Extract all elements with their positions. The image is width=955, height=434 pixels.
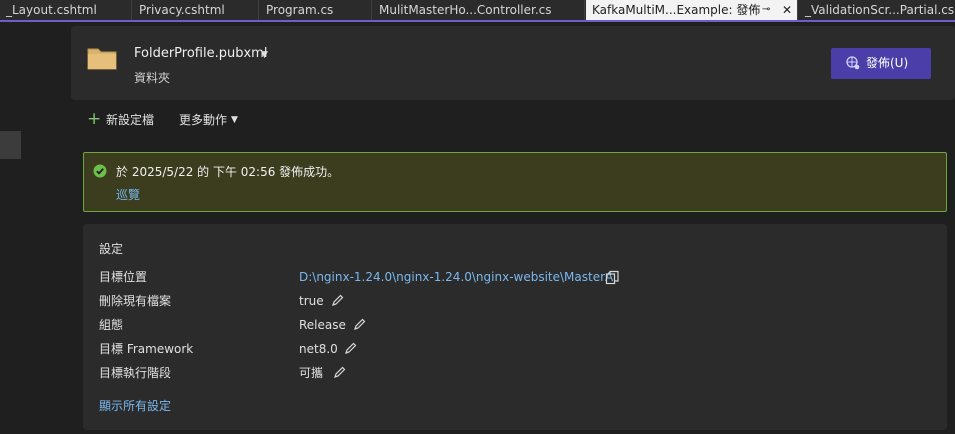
tab-validation-partial[interactable]: _ValidationScr...Partial.cshtml	[799, 0, 955, 20]
tab-label: MulitMasterHo...Controller.cs	[379, 3, 552, 17]
setting-label: 目標 Framework	[99, 342, 194, 356]
edit-pencil-icon[interactable]	[344, 342, 357, 355]
tab-kafka-publish[interactable]: KafkaMultiM...Example: 發佈 ⊸ ✕	[586, 0, 798, 20]
setting-label: 目標執行階段	[99, 366, 172, 380]
tab-label: _Layout.cshtml	[6, 3, 97, 17]
tab-privacy-cshtml[interactable]: Privacy.cshtml	[133, 0, 259, 20]
profile-dropdown-caret-icon[interactable]: ▼	[261, 50, 268, 60]
publish-label: 發佈(U)	[866, 56, 909, 70]
publish-success-banner: 於 2025/5/22 的 下午 02:56 發佈成功。 巡覽	[83, 152, 947, 212]
copy-icon[interactable]	[605, 270, 620, 285]
publish-button[interactable]: 發佈(U)	[831, 48, 931, 79]
setting-row-configuration: 組態 Release	[99, 315, 939, 335]
target-location-link[interactable]: D:\nginx-1.24.0\nginx-1.24.0\nginx-websi…	[299, 267, 613, 287]
success-check-icon	[93, 164, 107, 178]
edit-pencil-icon[interactable]	[331, 294, 344, 307]
tab-multimaster-controller[interactable]: MulitMasterHo...Controller.cs	[373, 0, 585, 20]
setting-value: true	[299, 294, 324, 308]
left-panel	[0, 22, 71, 434]
more-actions-label: 更多動作	[179, 113, 228, 127]
tab-label: KafkaMultiM...Example: 發佈	[592, 3, 761, 17]
setting-label: 目標位置	[99, 270, 148, 284]
setting-label: 組態	[99, 318, 124, 332]
chevron-down-icon: ▼	[231, 115, 238, 125]
profile-name[interactable]: FolderProfile.pubxml	[134, 46, 267, 61]
setting-value: Release	[299, 318, 346, 332]
setting-row-target-location: 目標位置 D:\nginx-1.24.0\nginx-1.24.0\nginx-…	[99, 267, 939, 287]
success-message: 於 2025/5/22 的 下午 02:56 發佈成功。	[116, 165, 340, 179]
document-tab-bar: _Layout.cshtml Privacy.cshtml Program.cs…	[0, 0, 955, 22]
tab-label: Program.cs	[266, 3, 334, 17]
tab-layout-cshtml[interactable]: _Layout.cshtml	[0, 0, 132, 20]
plus-icon: +	[87, 109, 102, 129]
settings-panel: 設定 目標位置 D:\nginx-1.24.0\nginx-1.24.0\ngi…	[83, 224, 947, 430]
pin-icon[interactable]: ⊸	[762, 0, 770, 20]
tab-label: _ValidationScr...Partial.cshtml	[805, 3, 955, 17]
setting-value: 可攜	[299, 366, 324, 380]
setting-row-target-framework: 目標 Framework net8.0	[99, 339, 939, 359]
setting-label: 刪除現有檔案	[99, 294, 172, 308]
close-icon[interactable]: ✕	[782, 0, 792, 20]
folder-icon	[87, 48, 117, 70]
settings-title: 設定	[99, 242, 124, 256]
setting-row-delete-existing: 刪除現有檔案 true	[99, 291, 939, 311]
show-all-settings-link[interactable]: 顯示所有設定	[99, 397, 171, 414]
tab-program-cs[interactable]: Program.cs	[260, 0, 372, 20]
tab-label: Privacy.cshtml	[139, 3, 225, 17]
more-actions-button[interactable]: 更多動作 ▼	[179, 110, 238, 130]
setting-row-target-runtime: 目標執行階段 可攜	[99, 363, 939, 383]
profile-type: 資料夾	[134, 71, 171, 85]
publish-globe-icon	[846, 56, 860, 70]
edit-pencil-icon[interactable]	[333, 366, 346, 379]
setting-value: net8.0	[299, 342, 338, 356]
profile-header: FolderProfile.pubxml ▼ 資料夾 發佈(U)	[71, 26, 955, 100]
navigate-link[interactable]: 巡覽	[116, 186, 140, 203]
selected-list-item[interactable]	[0, 131, 21, 159]
edit-pencil-icon[interactable]	[353, 318, 366, 331]
new-profile-label: 新設定檔	[106, 113, 155, 127]
